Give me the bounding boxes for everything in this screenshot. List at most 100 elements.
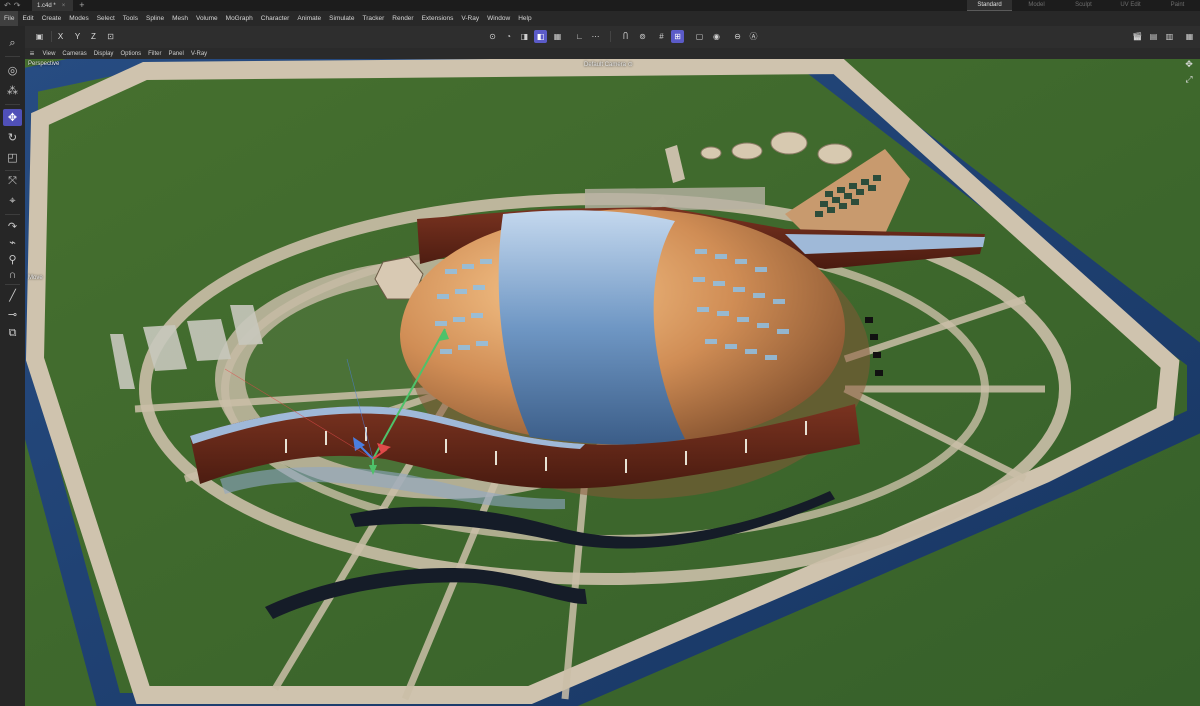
- menu-bar: File Edit Create Modes Select Tools Spli…: [0, 11, 1200, 26]
- render-view-icon[interactable]: ▣: [33, 30, 46, 43]
- auto-keying-icon[interactable]: Ⓐ: [747, 30, 760, 43]
- spline-pen-icon[interactable]: ↷: [3, 218, 22, 235]
- main-toolbar: ▣ X Y Z ⊡ ⊙ ◔ ◨ ◧ ▦ ∟ ⋯ Ⴖ ⊚ # ⊞ ▢ ◉ ⊖ Ⓐ …: [25, 26, 1200, 48]
- symmetry-icon[interactable]: ◉: [710, 30, 723, 43]
- menu-vray[interactable]: V-Ray: [457, 11, 483, 26]
- layout-switcher: Standard Model Sculpt UV Edit Paint: [967, 0, 1200, 11]
- document-tab-label: 1.c4d *: [37, 2, 56, 9]
- pan-view-icon[interactable]: ✥: [1185, 59, 1193, 70]
- menu-volume[interactable]: Volume: [192, 11, 222, 26]
- render-settings-icon[interactable]: ▥: [1163, 30, 1176, 43]
- menu-character[interactable]: Character: [257, 11, 294, 26]
- workplane-icon[interactable]: ⊞: [671, 30, 684, 43]
- menu-select[interactable]: Select: [93, 11, 119, 26]
- toolbar-separator: [610, 31, 611, 42]
- uv-mode-icon[interactable]: ▦: [551, 30, 564, 43]
- menu-mograph[interactable]: MoGraph: [222, 11, 257, 26]
- tweak-mode-icon[interactable]: ⋯: [589, 30, 602, 43]
- tool-separator: [5, 284, 20, 285]
- soft-selection-icon[interactable]: ▢: [693, 30, 706, 43]
- live-selection-icon[interactable]: ◎: [3, 62, 22, 79]
- menu-render[interactable]: Render: [388, 11, 417, 26]
- zoom-view-icon[interactable]: ⤢: [1185, 74, 1192, 85]
- menu-tools[interactable]: Tools: [119, 11, 142, 26]
- transform-tool-icon[interactable]: ⤧: [3, 173, 22, 190]
- layout-tab-uv-edit[interactable]: UV Edit: [1108, 0, 1153, 11]
- tool-palette: ⌕ ◎ ⁂ ✥ ↻ ◰ ⤧ ⌖ ↷ ⌁ ⚲ ∩ ╱ ⊸ ⧉: [0, 26, 25, 706]
- menu-simulate[interactable]: Simulate: [325, 11, 358, 26]
- menu-edit[interactable]: Edit: [18, 11, 37, 26]
- undo-arrow-icon[interactable]: ↶: [4, 0, 11, 11]
- layout-tab-model[interactable]: Model: [1014, 0, 1059, 11]
- layout-tab-sculpt[interactable]: Sculpt: [1061, 0, 1106, 11]
- snap-settings-icon[interactable]: ⊚: [636, 30, 649, 43]
- coordinate-system-icon[interactable]: ⊡: [104, 30, 117, 43]
- tool-separator: [5, 56, 20, 57]
- tool-separator: [5, 170, 20, 171]
- tool-separator: [5, 214, 20, 215]
- axis-x-lock[interactable]: X: [54, 30, 67, 43]
- viewport-menu-view[interactable]: View: [39, 51, 59, 57]
- title-bar: ↶ ↷ 1.c4d * × + Standard Model Sculpt UV…: [0, 0, 1200, 11]
- viewport-menu-panel[interactable]: Panel: [165, 51, 187, 57]
- grid-snap-icon[interactable]: #: [655, 30, 668, 43]
- viewport-menu-vray[interactable]: V-Ray: [187, 51, 210, 57]
- move-tool-icon[interactable]: ✥: [3, 109, 22, 126]
- perspective-viewport[interactable]: Perspective Default Camera ⊙ Move ✥ ⤢: [25, 59, 1200, 706]
- toolbar-separator: [51, 31, 52, 42]
- model-mode-icon[interactable]: ⊙: [486, 30, 499, 43]
- menu-tracker[interactable]: Tracker: [358, 11, 388, 26]
- menu-animate[interactable]: Animate: [293, 11, 325, 26]
- layout-tab-paint[interactable]: Paint: [1155, 0, 1200, 11]
- menu-extensions[interactable]: Extensions: [418, 11, 458, 26]
- viewport-menu-options[interactable]: Options: [117, 51, 145, 57]
- redo-arrow-icon[interactable]: ↷: [14, 0, 21, 11]
- history-arrows: ↶ ↷: [0, 0, 26, 11]
- close-tab-icon[interactable]: ×: [62, 3, 66, 9]
- scale-tool-icon[interactable]: ◰: [3, 149, 22, 166]
- edges-mode-icon[interactable]: ◨: [518, 30, 531, 43]
- layout-panel-icon[interactable]: ▦: [1183, 30, 1196, 43]
- sketch-icon[interactable]: ⌁: [3, 234, 22, 251]
- new-tab-icon[interactable]: +: [79, 0, 84, 11]
- viewport-menu-display[interactable]: Display: [90, 51, 117, 57]
- viewport-menu-bar: ≡ View Cameras Display Options Filter Pa…: [25, 48, 1200, 59]
- menu-modes[interactable]: Modes: [65, 11, 93, 26]
- menu-file[interactable]: File: [0, 11, 19, 26]
- menu-help[interactable]: Help: [514, 11, 535, 26]
- measure-tool-icon[interactable]: ⊸: [3, 306, 22, 323]
- axis-mode-icon[interactable]: ∟: [573, 30, 586, 43]
- layout-tab-standard[interactable]: Standard: [967, 0, 1012, 11]
- magnet-icon[interactable]: ∩: [3, 266, 22, 283]
- render-to-picture-viewer-icon[interactable]: ▤: [1147, 30, 1160, 43]
- camera-name: Default Camera: [584, 62, 627, 68]
- viewport-nav-controls: ✥ ⤢: [1182, 59, 1196, 85]
- polygons-mode-icon[interactable]: ◧: [534, 30, 547, 43]
- active-tool-hint: Move: [28, 275, 43, 281]
- menu-create[interactable]: Create: [38, 11, 66, 26]
- viewport-view-name[interactable]: Perspective: [28, 61, 59, 67]
- tool-separator: [5, 104, 20, 105]
- axis-y-lock[interactable]: Y: [71, 30, 84, 43]
- viewport-solo-icon[interactable]: ⊖: [731, 30, 744, 43]
- menu-spline[interactable]: Spline: [142, 11, 168, 26]
- menu-mesh[interactable]: Mesh: [168, 11, 192, 26]
- hamburger-menu-icon[interactable]: ≡: [25, 49, 39, 58]
- viewport-menu-cameras[interactable]: Cameras: [59, 51, 90, 57]
- search-icon[interactable]: ⌕: [3, 35, 22, 52]
- document-tab[interactable]: 1.c4d * ×: [32, 0, 74, 11]
- render-region-icon[interactable]: 🎬︎: [1131, 30, 1144, 43]
- viewport-camera-label[interactable]: Default Camera ⊙: [584, 61, 633, 68]
- viewport-menu-filter[interactable]: Filter: [145, 51, 165, 57]
- weight-tool-icon[interactable]: ⧉: [3, 325, 22, 342]
- brush-icon[interactable]: ╱: [3, 287, 22, 304]
- points-mode-icon[interactable]: ◔: [502, 30, 515, 43]
- selection-settings-icon[interactable]: ⁂: [3, 82, 22, 99]
- camera-icon: ⊙: [627, 62, 633, 68]
- rotate-tool-icon[interactable]: ↻: [3, 129, 22, 146]
- menu-window[interactable]: Window: [483, 11, 514, 26]
- scene-render: [25, 59, 1200, 706]
- axis-z-lock[interactable]: Z: [87, 30, 100, 43]
- snap-tool-icon[interactable]: ⌖: [3, 193, 22, 210]
- snap-icon[interactable]: Ⴖ: [619, 30, 632, 43]
